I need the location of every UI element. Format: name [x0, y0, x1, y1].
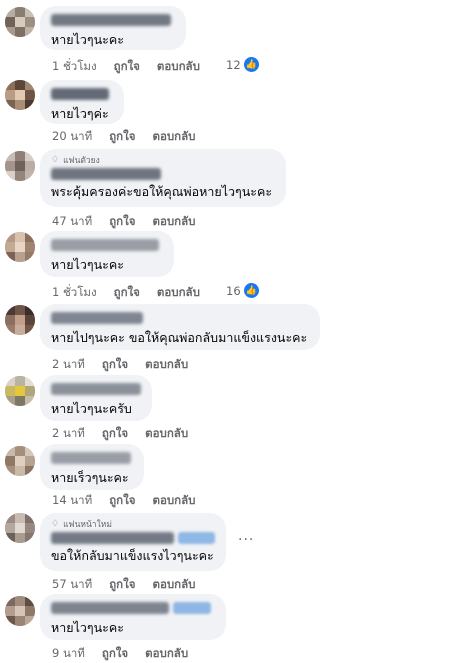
comment-actions: 1 ชั่วโมง ถูกใจ ตอบกลับ — [52, 284, 217, 302]
comment-actions: 14 นาที ถูกใจ ตอบกลับ — [52, 492, 212, 510]
like-button[interactable]: ถูกใจ — [109, 213, 135, 231]
comment-text: หายไปๆนะคะ ขอให้คุณพ่อกลับมาแข็งแรงนะคะ — [51, 330, 308, 345]
like-button[interactable]: ถูกใจ — [109, 576, 135, 594]
comment-actions: 2 นาที ถูกใจ ตอบกลับ — [52, 425, 205, 443]
comment-time[interactable]: 47 นาที — [52, 213, 92, 231]
comment-actions: 9 นาที ถูกใจ ตอบกลับ — [52, 645, 205, 663]
comment-actions: 57 นาที ถูกใจ ตอบกลับ — [52, 576, 212, 594]
commenter-name[interactable] — [51, 452, 131, 464]
comment-text: หายไวๆนะครับ — [51, 401, 132, 416]
reply-button[interactable]: ตอบกลับ — [152, 128, 195, 146]
comment-bubble: ♢ แฟนตัวยง พระคุ้มครองค่ะขอให้คุณพ่อหายไ… — [40, 149, 286, 207]
reply-button[interactable]: ตอบกลับ — [152, 492, 195, 510]
fan-badge[interactable]: ♢ แฟนหน้าใหม่ — [51, 518, 215, 530]
like-button[interactable]: ถูกใจ — [114, 58, 140, 76]
thumbs-up-icon: 👍 — [243, 57, 259, 72]
comment-time[interactable]: 1 ชั่วโมง — [52, 58, 97, 76]
name-highlight-tag — [173, 602, 211, 614]
like-button[interactable]: ถูกใจ — [102, 356, 128, 374]
comment-bubble: หายไวๆนะครับ — [40, 375, 152, 421]
reply-button[interactable]: ตอบกลับ — [145, 645, 188, 663]
avatar[interactable] — [5, 305, 35, 335]
commenter-name[interactable] — [51, 168, 161, 180]
comment-bubble: ♢ แฟนหน้าใหม่ ขอให้กลับมาแข็งแรงไวๆนะคะ — [40, 513, 226, 571]
commenter-name[interactable] — [51, 602, 169, 614]
comment-time[interactable]: 1 ชั่วโมง — [52, 284, 97, 302]
avatar[interactable] — [5, 151, 35, 181]
comment-actions: 20 นาที ถูกใจ ตอบกลับ — [52, 128, 212, 146]
fan-badge[interactable]: ♢ แฟนตัวยง — [51, 154, 275, 166]
reaction-count-number: 12 — [226, 57, 241, 72]
comment-time[interactable]: 20 นาที — [52, 128, 92, 146]
badge-label: แฟนตัวยง — [63, 156, 100, 166]
comment-text: พระคุ้มครองค่ะขอให้คุณพ่อหายไวๆนะคะ — [51, 184, 273, 199]
comment-actions: 1 ชั่วโมง ถูกใจ ตอบกลับ — [52, 58, 217, 76]
comment-text: หายไวๆนะคะ — [51, 32, 124, 47]
comment-time[interactable]: 9 นาที — [52, 645, 85, 663]
comment-time[interactable]: 57 นาที — [52, 576, 92, 594]
reply-button[interactable]: ตอบกลับ — [152, 213, 195, 231]
comment-bubble: หายไวๆนะคะ — [40, 594, 226, 640]
commenter-name[interactable] — [51, 532, 174, 544]
diamond-badge-icon: ♢ — [51, 155, 60, 165]
avatar[interactable] — [5, 596, 35, 626]
more-options-icon[interactable]: ··· — [238, 532, 254, 548]
comment-text: ขอให้กลับมาแข็งแรงไวๆนะคะ — [51, 548, 214, 563]
comment-text: หายเร็วๆนะคะ — [51, 470, 129, 485]
thumbs-up-icon: 👍 — [243, 283, 259, 298]
comment-bubble: หายเร็วๆนะคะ — [40, 444, 144, 490]
diamond-badge-icon: ♢ — [51, 519, 60, 529]
like-button[interactable]: ถูกใจ — [114, 284, 140, 302]
comment-time[interactable]: 14 นาที — [52, 492, 92, 510]
name-highlight-tag — [177, 532, 215, 544]
comment-actions: 47 นาที ถูกใจ ตอบกลับ — [52, 213, 212, 231]
badge-label: แฟนหน้าใหม่ — [63, 520, 112, 530]
reply-button[interactable]: ตอบกลับ — [152, 576, 195, 594]
commenter-name[interactable] — [51, 14, 171, 26]
like-button[interactable]: ถูกใจ — [109, 128, 135, 146]
comment-bubble: หายไวๆค่ะ — [40, 80, 124, 124]
commenter-name[interactable] — [51, 88, 109, 100]
reaction-count[interactable]: 16 👍 — [226, 283, 259, 298]
avatar[interactable] — [5, 376, 35, 406]
avatar[interactable] — [5, 80, 35, 110]
comment-bubble: หายไวๆนะคะ — [40, 6, 186, 50]
like-button[interactable]: ถูกใจ — [102, 425, 128, 443]
commenter-name[interactable] — [51, 312, 143, 324]
commenter-name[interactable] — [51, 383, 141, 395]
reply-button[interactable]: ตอบกลับ — [145, 356, 188, 374]
commenter-name[interactable] — [51, 239, 159, 251]
like-button[interactable]: ถูกใจ — [109, 492, 135, 510]
comment-actions: 2 นาที ถูกใจ ตอบกลับ — [52, 356, 205, 374]
comment-time[interactable]: 2 นาที — [52, 356, 85, 374]
avatar[interactable] — [5, 7, 35, 37]
comment-text: หายไวๆนะคะ — [51, 620, 124, 635]
comment-bubble: หายไวๆนะคะ — [40, 231, 174, 277]
reply-button[interactable]: ตอบกลับ — [157, 58, 200, 76]
avatar[interactable] — [5, 513, 35, 543]
reaction-count-number: 16 — [226, 283, 241, 298]
comment-text: หายไวๆนะคะ — [51, 257, 124, 272]
reaction-count[interactable]: 12 👍 — [226, 57, 259, 72]
comment-text: หายไวๆค่ะ — [51, 106, 109, 121]
reply-button[interactable]: ตอบกลับ — [157, 284, 200, 302]
comment-time[interactable]: 2 นาที — [52, 425, 85, 443]
like-button[interactable]: ถูกใจ — [102, 645, 128, 663]
avatar[interactable] — [5, 232, 35, 262]
reply-button[interactable]: ตอบกลับ — [145, 425, 188, 443]
avatar[interactable] — [5, 446, 35, 476]
comment-bubble: หายไปๆนะคะ ขอให้คุณพ่อกลับมาแข็งแรงนะคะ — [40, 304, 320, 350]
